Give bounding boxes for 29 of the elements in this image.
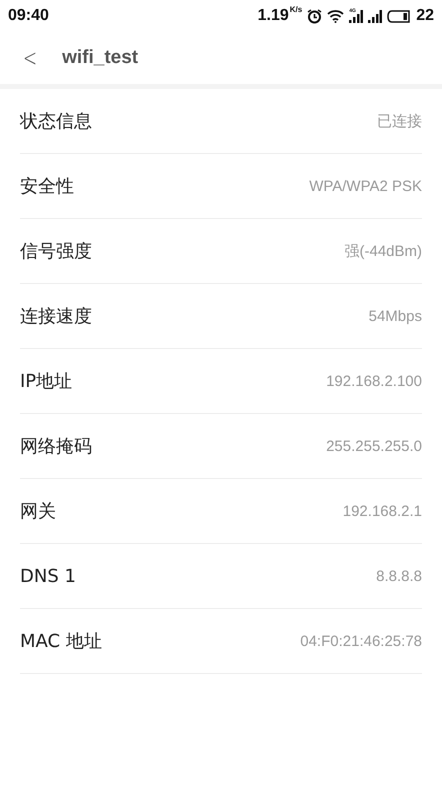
- row-value: 255.255.255.0: [326, 438, 422, 454]
- row-label: 连接速度: [20, 305, 92, 328]
- speed-unit: K/s: [290, 5, 302, 14]
- row-value: 04:F0:21:46:25:78: [300, 632, 422, 650]
- row-label: 状态信息: [20, 110, 92, 133]
- row-value: 已连接: [377, 112, 422, 130]
- row-label: 网关: [20, 500, 56, 523]
- signal-icon: [368, 10, 382, 22]
- battery-icon: [387, 10, 412, 22]
- network-speed: 1.19: [258, 7, 289, 25]
- row-label: IP地址: [20, 370, 72, 393]
- row-label: 网络掩码: [20, 435, 92, 458]
- alarm-icon: [307, 8, 322, 24]
- page-title: wifi_test: [62, 47, 138, 69]
- row-label: DNS 1: [20, 566, 76, 586]
- signal-icon: [349, 10, 364, 22]
- back-button[interactable]: <: [20, 44, 40, 72]
- battery-level: 22: [416, 7, 434, 25]
- row-value: 54Mbps: [368, 308, 422, 324]
- row-value: 192.168.2.100: [326, 372, 422, 390]
- clock-time: 09:40: [8, 7, 49, 25]
- wifi-icon: [327, 9, 344, 23]
- row-label: MAC 地址: [20, 630, 102, 653]
- row-label: 安全性: [20, 175, 74, 198]
- row-value: WPA/WPA2 PSK: [309, 178, 422, 194]
- row-value: 8.8.8.8: [376, 568, 422, 584]
- row-label: 信号强度: [20, 240, 92, 263]
- row-value: 强(-44dBm): [344, 242, 422, 260]
- row-value: 192.168.2.1: [342, 502, 422, 520]
